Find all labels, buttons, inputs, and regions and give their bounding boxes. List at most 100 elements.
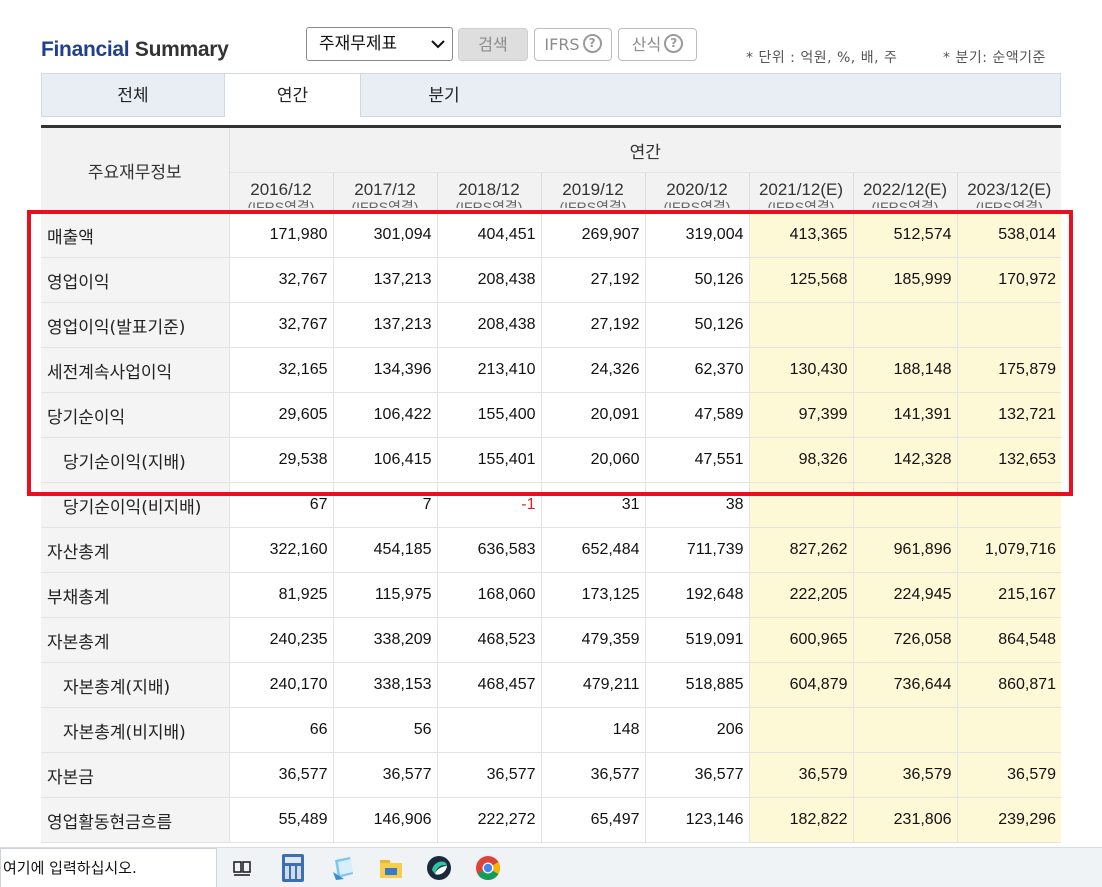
accounting-basis-label: (IFRS연결) [767,200,835,208]
value-cell [956,707,1062,753]
value-cell: 36,577 [332,752,437,798]
value-cell: 711,739 [644,527,749,573]
value-cell: 240,235 [228,617,333,663]
row-label[interactable]: 자본금 [41,752,229,798]
corner-header: 주요재무정보 [41,125,230,213]
year-label: 2022/12(E) [862,180,948,199]
value-cell: 600,965 [748,617,853,663]
value-cell: 222,272 [436,797,541,843]
value-cell: 36,579 [852,752,957,798]
row-label[interactable]: 자본총계(비지배) [41,707,229,753]
table-row: 자본총계(비지배) 66 56 148 206 [41,707,1062,753]
chrome-icon[interactable] [474,854,502,882]
value-cell: 123,146 [644,797,749,843]
row-label[interactable]: 부채총계 [41,572,229,618]
task-view-icon[interactable] [232,858,252,878]
value-cell: 454,185 [332,527,437,573]
table-row: 자산총계 322,160 454,185 636,583 652,484 711,739 8… [41,527,1062,573]
unit-note: * 단위 : 억원, %, 배, 주 [746,50,898,66]
value-cell: 468,523 [436,617,541,663]
table-row: 자본금 36,577 36,577 36,577 36,577 36,577 36,579 3… [41,752,1062,798]
statement-type-select[interactable]: 주재무제표 [306,27,453,61]
value-cell: 65,497 [540,797,645,843]
year-label: 2023/12(E) [967,180,1052,199]
accounting-basis-label: (IFRS연결) [871,200,939,208]
sticky-notes-icon[interactable] [330,854,358,882]
table-row: 영업활동현금흐름 55,489 146,906 222,272 65,497 123,14… [41,797,1062,843]
app-icon[interactable] [425,854,453,882]
formula-button-label: 산식 [631,35,662,54]
value-cell: 519,091 [644,617,749,663]
value-cell: 66 [228,707,333,753]
period-tabs: 전체 연간 분기 [41,73,1061,117]
value-cell: 215,167 [956,572,1062,618]
value-cell: 322,160 [228,527,333,573]
value-cell: 652,484 [540,527,645,573]
accounting-basis-label: (IFRS연결) [247,200,315,208]
value-cell: 192,648 [644,572,749,618]
value-cell: 115,975 [332,572,437,618]
year-label: 2020/12 [666,180,728,199]
highlight-box [27,210,1073,496]
search-button[interactable]: 검색 [458,28,528,61]
title-summary: Summary [134,38,229,61]
value-cell: 224,945 [852,572,957,618]
table-row: 부채총계 81,925 115,975 168,060 173,125 192,648 22… [41,572,1062,618]
value-cell: 206 [644,707,749,753]
row-label[interactable]: 영업활동현금흐름 [41,797,229,843]
table-row: 자본총계 240,235 338,209 468,523 479,359 519,091 6… [41,617,1062,663]
tab-all[interactable]: 전체 [42,74,224,116]
value-cell: 56 [332,707,437,753]
value-cell: 468,457 [436,662,541,708]
taskbar-search-input[interactable]: 여기에 입력하십시오. [0,848,217,887]
tab-annual[interactable]: 연간 [224,73,361,117]
value-cell: 338,153 [332,662,437,708]
value-cell: 36,579 [956,752,1062,798]
row-label[interactable]: 자산총계 [41,527,229,573]
year-header: 2017/12 (IFRS연결) [332,172,437,213]
accounting-basis-label: (IFRS연결) [351,200,419,208]
value-cell [748,707,853,753]
value-cell: 864,548 [956,617,1062,663]
value-cell: 1,079,716 [956,527,1062,573]
value-cell: 146,906 [332,797,437,843]
title-financial: Financial [41,38,130,61]
value-cell: 961,896 [852,527,957,573]
ifrs-button-label: IFRS [544,35,580,54]
value-cell: 36,579 [748,752,853,798]
year-label: 2017/12 [354,180,416,199]
value-cell: 726,058 [852,617,957,663]
year-header: 2016/12 (IFRS연결) [228,172,333,213]
annual-group-header: 연간 [229,125,1062,173]
formula-button[interactable]: 산식? [618,28,697,61]
table-row: 자본총계(지배) 240,170 338,153 468,457 479,211 518,… [41,662,1062,708]
value-cell: 736,644 [852,662,957,708]
value-cell: 860,871 [956,662,1062,708]
year-header: 2021/12(E) (IFRS연결) [748,172,853,213]
accounting-basis-label: (IFRS연결) [663,200,731,208]
value-cell: 222,205 [748,572,853,618]
accounting-basis-label: (IFRS연결) [559,200,627,208]
tab-quarterly[interactable]: 분기 [361,74,527,116]
accounting-basis-label: (IFRS연결) [455,200,523,208]
calculator-icon[interactable] [282,854,304,882]
value-cell: 827,262 [748,527,853,573]
value-cell: 36,577 [228,752,333,798]
ifrs-button[interactable]: IFRS? [534,28,612,61]
row-label[interactable]: 자본총계 [41,617,229,663]
page: Financial Summary 주재무제표 검색 IFRS? 산식? * 단… [0,0,1102,887]
value-cell: 55,489 [228,797,333,843]
file-explorer-icon[interactable] [377,854,405,882]
year-header: 2020/12 (IFRS연결) [644,172,749,213]
value-cell: 636,583 [436,527,541,573]
year-label: 2019/12 [562,180,624,199]
value-cell: 81,925 [228,572,333,618]
year-label: 2016/12 [250,180,312,199]
row-label[interactable]: 자본총계(지배) [41,662,229,708]
year-label: 2021/12(E) [758,180,844,199]
value-cell [852,707,957,753]
year-header: 2022/12(E) (IFRS연결) [852,172,957,213]
value-cell [436,707,541,753]
value-cell: 518,885 [644,662,749,708]
chevron-down-icon [430,28,446,71]
